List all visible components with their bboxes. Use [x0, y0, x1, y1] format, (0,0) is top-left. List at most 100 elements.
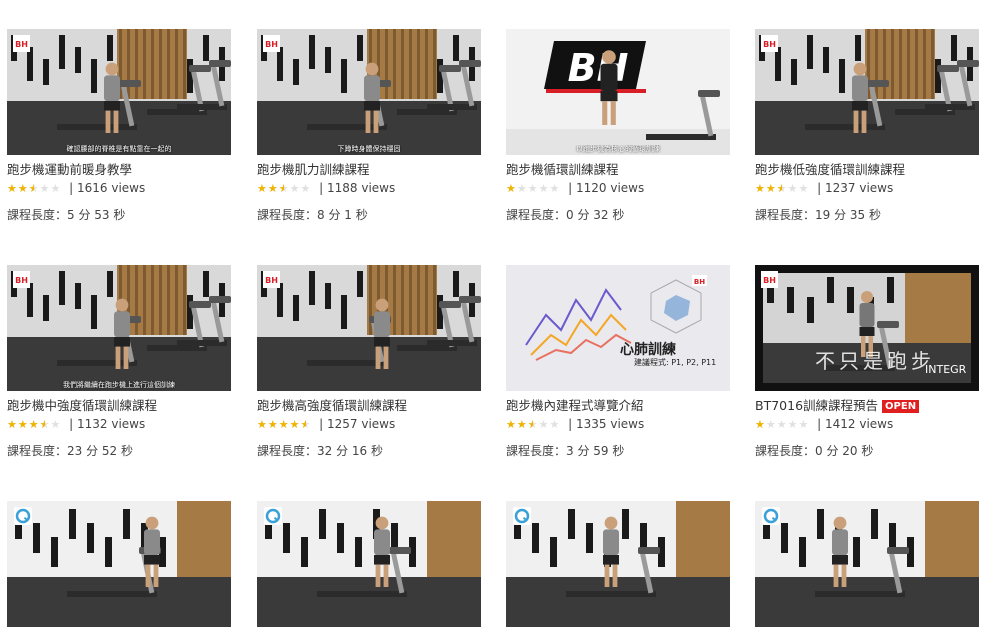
view-count: | 1616 views [69, 181, 146, 195]
video-thumbnail[interactable]: BH 心肺訓練 建議程式: P1, P2, P11 [506, 265, 730, 391]
thumbnail-image: BH [506, 265, 730, 391]
svg-text:BH: BH [265, 276, 278, 285]
video-stats: ★★★★★★★★★★ | 1335 views [506, 416, 730, 433]
video-stats: ★★★★★★★★★★ | 1188 views [257, 180, 481, 197]
thumbnail-image: BH [755, 29, 979, 155]
video-title-text: 跑步機內建程式導覽介紹 [506, 398, 644, 413]
video-thumbnail[interactable]: BH [755, 29, 979, 155]
star-rating-filled: ★★★★★ [257, 182, 284, 195]
overlay-title: 心肺訓練 [620, 342, 676, 358]
video-thumbnail[interactable]: BH 確認腰部的脊椎是有點靠在一起的 [7, 29, 231, 155]
video-card[interactable]: BH 跑步機低強度循環訓練課程 ★★★★★★★★★★ | 1237 views 課… [755, 29, 979, 223]
video-title-text: 跑步機循環訓練課程 [506, 162, 619, 177]
video-stats: ★★★★★★★★★★ | 1616 views [7, 180, 231, 197]
overlay-title: 不只是跑步 [815, 349, 935, 373]
video-card[interactable] [257, 501, 481, 627]
thumbnail-image [257, 501, 481, 627]
subtitle-caption: 以跑步機為核心的循環訓練 [576, 145, 660, 153]
video-duration: 課程長度：23 分 52 秒 [7, 444, 133, 458]
video-thumbnail[interactable]: BH 下蹲時身體保持穩固 [257, 29, 481, 155]
video-title-text: BT7016訓練課程預告 [755, 398, 879, 413]
video-duration: 課程長度：32 分 16 秒 [257, 444, 383, 458]
star-rating-filled: ★★★★★ [506, 418, 533, 431]
video-duration: 課程長度：0 分 32 秒 [506, 208, 625, 222]
view-count: | 1257 views [319, 417, 396, 431]
view-count: | 1120 views [568, 181, 645, 195]
video-card[interactable]: BH 我們將繼續在跑步機上進行這個訓練跑步機中強度循環訓練課程 ★★★★★★★★★… [7, 265, 231, 459]
video-thumbnail[interactable] [7, 501, 231, 627]
thumbnail-image: BH [506, 29, 730, 155]
view-count: | 1132 views [69, 417, 146, 431]
svg-text:BH: BH [694, 278, 705, 286]
video-thumbnail[interactable] [506, 501, 730, 627]
video-thumbnail[interactable] [257, 501, 481, 627]
star-rating-filled: ★★★★★ [506, 182, 517, 195]
video-card[interactable] [7, 501, 231, 627]
view-count: | 1412 views [817, 417, 894, 431]
star-rating: ★★★★★★★★★★ [257, 181, 311, 197]
svg-text:BH: BH [265, 40, 278, 49]
view-count: | 1335 views [568, 417, 645, 431]
view-count: | 1188 views [319, 181, 396, 195]
view-count: | 1237 views [817, 181, 894, 195]
video-duration: 課程長度：3 分 59 秒 [506, 444, 625, 458]
star-rating-filled: ★★★★★ [257, 418, 306, 431]
video-title[interactable]: 跑步機肌力訓練課程 [257, 162, 481, 177]
video-title[interactable]: 跑步機高強度循環訓練課程 [257, 398, 481, 413]
thumbnail-image [755, 501, 979, 627]
video-title[interactable]: 跑步機內建程式導覽介紹 [506, 398, 730, 413]
video-title[interactable]: 跑步機運動前暖身教學 [7, 162, 231, 177]
video-title-text: 跑步機高強度循環訓練課程 [257, 398, 408, 413]
video-card[interactable]: BH 以跑步機為核心的循環訓練跑步機循環訓練課程 ★★★★★★★★★★ | 11… [506, 29, 730, 223]
video-duration: 課程長度：19 分 35 秒 [755, 208, 881, 222]
thumbnail-image: BH [257, 29, 481, 155]
video-duration: 課程長度：8 分 1 秒 [257, 208, 368, 222]
star-rating-filled: ★★★★★ [7, 182, 34, 195]
thumbnail-image [506, 501, 730, 627]
svg-text:BH: BH [763, 276, 776, 285]
video-stats: ★★★★★★★★★★ | 1132 views [7, 416, 231, 433]
video-duration: 課程長度：0 分 20 秒 [755, 444, 874, 458]
svg-text:BH: BH [568, 46, 629, 90]
video-card[interactable]: BH 跑步機高強度循環訓練課程 ★★★★★★★★★★ | 1257 views 課… [257, 265, 481, 459]
video-duration: 課程長度：5 分 53 秒 [7, 208, 126, 222]
star-rating: ★★★★★★★★★★ [257, 417, 311, 433]
video-title-text: 跑步機運動前暖身教學 [7, 162, 133, 177]
video-card[interactable] [755, 501, 979, 627]
svg-text:BH: BH [15, 276, 28, 285]
video-stats: ★★★★★★★★★★ | 1237 views [755, 180, 979, 197]
star-rating: ★★★★★★★★★★ [755, 417, 809, 433]
star-rating: ★★★★★★★★★★ [506, 417, 560, 433]
star-rating: ★★★★★★★★★★ [755, 181, 809, 197]
svg-text:BH: BH [763, 40, 776, 49]
svg-text:BH: BH [15, 40, 28, 49]
video-thumbnail[interactable]: BH 以跑步機為核心的循環訓練 [506, 29, 730, 155]
video-thumbnail[interactable]: BH [257, 265, 481, 391]
video-thumbnail[interactable]: BH 我們將繼續在跑步機上進行這個訓練 [7, 265, 231, 391]
subtitle-caption: 確認腰部的脊椎是有點靠在一起的 [66, 145, 172, 153]
star-rating-filled: ★★★★★ [755, 418, 766, 431]
overlay-subtitle: 建議程式: P1, P2, P11 [634, 358, 717, 367]
star-rating: ★★★★★★★★★★ [506, 181, 560, 197]
video-thumbnail[interactable]: BH 不只是跑步 INTEGR [755, 265, 979, 391]
star-rating-filled: ★★★★★ [7, 418, 45, 431]
thumbnail-image [7, 501, 231, 627]
video-title[interactable]: 跑步機中強度循環訓練課程 [7, 398, 231, 413]
subtitle-caption: 我們將繼續在跑步機上進行這個訓練 [63, 381, 175, 389]
video-title[interactable]: 跑步機循環訓練課程 [506, 162, 730, 177]
video-card[interactable] [506, 501, 730, 627]
star-rating-filled: ★★★★★ [755, 182, 782, 195]
video-card[interactable]: BH 不只是跑步INTEGR BT7016訓練課程預告OPEN ★★★★★★★★★★… [755, 265, 979, 459]
video-card[interactable]: BH 心肺訓練 建議程式: P1, P2, P11 跑步機內建程式導覽介紹 ★★★★★… [506, 265, 730, 459]
thumbnail-image: BH [7, 29, 231, 155]
overlay-subtitle: INTEGR [925, 363, 967, 376]
open-badge: OPEN [882, 400, 920, 413]
video-title-text: 跑步機中強度循環訓練課程 [7, 398, 158, 413]
video-stats: ★★★★★★★★★★ | 1412 views [755, 416, 979, 433]
video-title[interactable]: BT7016訓練課程預告 OPEN [755, 398, 979, 413]
video-title[interactable]: 跑步機低強度循環訓練課程 [755, 162, 979, 177]
subtitle-caption: 下蹲時身體保持穩固 [337, 145, 401, 153]
video-thumbnail[interactable] [755, 501, 979, 627]
video-card[interactable]: BH 確認腰部的脊椎是有點靠在一起的跑步機運動前暖身教學 ★★★★★★★★★★ |… [7, 29, 231, 223]
video-card[interactable]: BH 下蹲時身體保持穩固跑步機肌力訓練課程 ★★★★★★★★★★ | 1188 v… [257, 29, 481, 223]
